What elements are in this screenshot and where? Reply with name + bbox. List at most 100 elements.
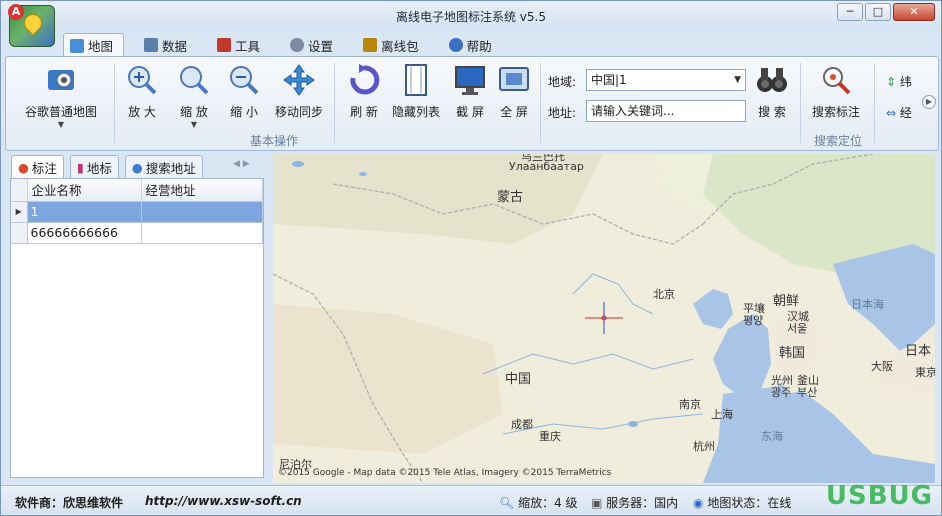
- dropdown-arrow-icon: ▼: [190, 120, 198, 129]
- close-button[interactable]: ✕: [893, 3, 935, 21]
- tab-label: 搜索地址: [145, 161, 196, 176]
- app-badge: A: [8, 4, 24, 20]
- map-state-text: 地图状态：在线: [707, 496, 792, 510]
- search-bubble-icon: ●: [131, 160, 143, 175]
- vendor-link[interactable]: http://www.xsw-soft.cn: [145, 494, 302, 508]
- column-header-name[interactable]: 企业名称: [27, 179, 142, 202]
- window-controls: ─ □ ✕: [837, 3, 935, 21]
- search-group-label: 搜索定位: [814, 134, 863, 148]
- row-selector[interactable]: [11, 222, 28, 244]
- list-panel-icon: [399, 63, 433, 97]
- zoom-out-button[interactable]: 缩 小: [224, 63, 264, 120]
- region-label: 地域:: [548, 75, 577, 89]
- cell-name[interactable]: 66666666666: [27, 222, 142, 244]
- tab-label: 离线包: [381, 38, 419, 54]
- column-header-address[interactable]: 经营地址: [141, 179, 263, 202]
- hide-list-button[interactable]: 隐藏列表: [390, 63, 442, 120]
- map-label-japan: 日本: [905, 344, 932, 359]
- map-label-shanghai: 上海: [711, 408, 733, 421]
- app-logo-icon[interactable]: A: [8, 4, 55, 47]
- map-type-button[interactable]: 谷歌普通地图 ▼: [22, 63, 100, 129]
- table-row[interactable]: ▶ 1: [11, 201, 263, 223]
- zoom-drag-button[interactable]: 缩 放 ▼: [174, 63, 214, 129]
- minimize-button[interactable]: ─: [837, 3, 863, 21]
- horizontal-arrows-icon: ⇔: [886, 106, 897, 120]
- map-state-status: ◉ 地图状态：在线: [693, 494, 791, 511]
- cell-name[interactable]: 1: [27, 201, 142, 223]
- tab-map[interactable]: 地图: [63, 33, 125, 57]
- tab-offline-package[interactable]: 离线包: [357, 33, 429, 57]
- window-title: 离线电子地图标注系统 v5.5: [395, 10, 546, 24]
- move-sync-button[interactable]: 移动同步: [272, 63, 326, 120]
- map-label-china: 中国: [505, 372, 532, 387]
- title-bar: 离线电子地图标注系统 v5.5 ─ □ ✕: [1, 1, 941, 31]
- cell-address[interactable]: [141, 201, 263, 223]
- map-view[interactable]: 乌兰巴托 Улаанбаатар 蒙古 中国 北京 平壤 평양 朝鲜 汉城 서울…: [273, 154, 935, 483]
- left-panel-tabs: ● 标注 ▮ 地标 ● 搜索地址: [11, 155, 209, 179]
- separator: [540, 63, 541, 143]
- tab-tools[interactable]: 工具: [211, 33, 270, 57]
- search-mark-button[interactable]: 搜索标注: [808, 63, 864, 120]
- row-selector-icon[interactable]: ▶: [11, 201, 28, 223]
- longitude-label: 经: [899, 106, 912, 120]
- zoom-out-icon: [227, 63, 261, 97]
- region-select[interactable]: 中国|1 ▼: [586, 69, 746, 91]
- table-row[interactable]: 66666666666: [11, 222, 263, 244]
- fullscreen-icon: [497, 63, 531, 97]
- map-label-gwangju-kr: 광주: [771, 386, 792, 399]
- tab-search-address[interactable]: ● 搜索地址: [124, 155, 203, 179]
- tab-data[interactable]: 数据: [138, 33, 197, 57]
- server-icon: ▣: [591, 496, 603, 510]
- separator: [114, 63, 115, 143]
- screenshot-button[interactable]: 截 屏: [450, 63, 490, 120]
- tab-landmarks[interactable]: ▮ 地标: [69, 155, 119, 179]
- hide-list-label: 隐藏列表: [391, 105, 440, 119]
- map-label-south-korea: 韩国: [779, 346, 806, 361]
- chevron-down-icon[interactable]: ▼: [734, 70, 741, 90]
- search-label: 搜 索: [758, 105, 786, 119]
- refresh-button[interactable]: 刷 新: [342, 63, 386, 120]
- tab-label: 设置: [308, 38, 334, 54]
- map-label-seoul-kr: 서울: [787, 322, 808, 335]
- status-bar: 软件商：欣思维软件 http://www.xsw-soft.cn 🔍︎ 缩放：4…: [1, 485, 941, 515]
- separator: [334, 63, 335, 143]
- search-button[interactable]: 搜 索: [752, 63, 792, 120]
- ribbon-scroll-right-button[interactable]: ▶: [922, 95, 936, 109]
- refresh-label: 刷 新: [350, 105, 378, 119]
- binoculars-icon: [755, 63, 789, 97]
- zoom-status: 🔍︎ 缩放：4 级: [499, 494, 578, 511]
- tab-markers[interactable]: ● 标注: [11, 155, 64, 179]
- watermark-logo: USBUG: [825, 481, 933, 511]
- zoom-in-label: 放 大: [128, 105, 156, 119]
- dropdown-arrow-icon: ▼: [57, 120, 65, 129]
- zoom-drag-label: 缩 放: [180, 105, 208, 119]
- maximize-button[interactable]: □: [865, 3, 891, 21]
- vendor-text: 软件商：欣思维软件: [15, 496, 124, 510]
- zoom-in-button[interactable]: 放 大: [122, 63, 162, 120]
- map-type-label: 谷歌普通地图: [24, 105, 97, 119]
- map-label-busan-kr: 부산: [797, 386, 818, 399]
- tools-icon: [217, 38, 232, 52]
- map-terrain: [273, 154, 935, 483]
- region-value: 中国|1: [591, 73, 627, 87]
- tab-label: 数据: [162, 38, 188, 54]
- globe-status-icon: ◉: [693, 496, 704, 510]
- data-table-icon: [144, 38, 159, 52]
- offline-package-icon: [363, 38, 378, 52]
- tab-settings[interactable]: 设置: [284, 33, 343, 57]
- tab-label: 地标: [86, 161, 112, 176]
- move-sync-label: 移动同步: [274, 105, 323, 119]
- longitude-button[interactable]: ⇔ 经: [886, 104, 912, 121]
- tab-help[interactable]: 帮助: [443, 33, 502, 57]
- address-input[interactable]: 请输入关键词...: [586, 100, 746, 122]
- server-status: ▣ 服务器：国内: [591, 494, 678, 511]
- screenshot-label: 截 屏: [456, 105, 484, 119]
- tab-scroll-arrows[interactable]: ◀ ▶: [233, 159, 250, 169]
- tab-label: 地图: [88, 39, 114, 54]
- globe-map-icon: [44, 63, 78, 97]
- address-label: 地址:: [548, 106, 577, 120]
- search-marker-icon: [819, 63, 853, 97]
- cell-address[interactable]: [141, 222, 263, 244]
- fullscreen-button[interactable]: 全 屏: [494, 63, 534, 120]
- latitude-button[interactable]: ⇕ 纬: [886, 73, 912, 90]
